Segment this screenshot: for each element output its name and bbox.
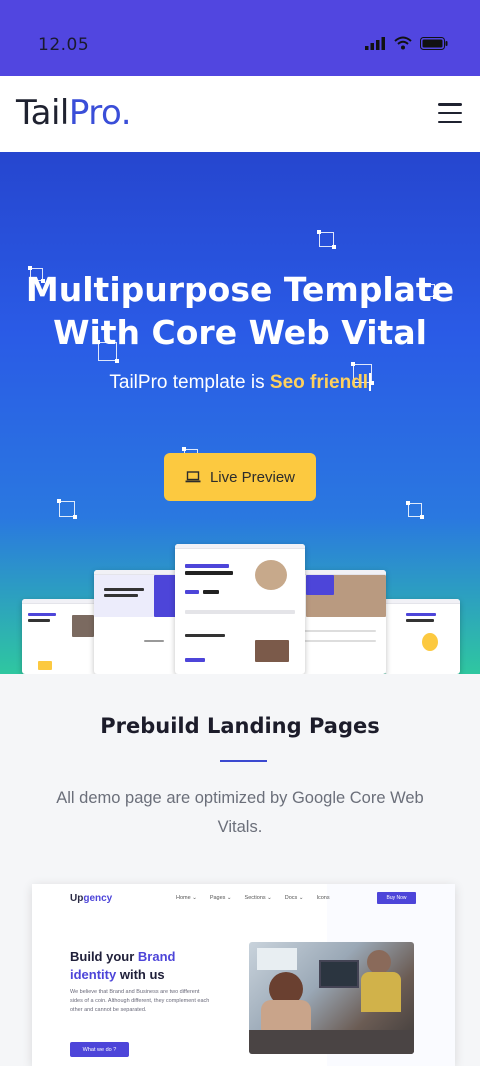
hero-subtitle-highlight: Seo friendl bbox=[269, 372, 369, 393]
section-divider bbox=[220, 760, 267, 762]
prebuild-section: Prebuild Landing Pages All demo page are… bbox=[0, 674, 480, 1066]
status-bar: 12.05 bbox=[0, 0, 480, 76]
mockup-page bbox=[384, 599, 460, 674]
preview-what-we-do-button: What we do ? bbox=[70, 1042, 129, 1057]
logo-main: Tail bbox=[16, 93, 69, 133]
status-icons bbox=[365, 36, 448, 50]
laptop-icon bbox=[185, 471, 201, 483]
logo-accent: Pro. bbox=[68, 93, 132, 133]
mockup-page bbox=[294, 570, 386, 674]
mockup-page bbox=[22, 599, 100, 674]
upgency-preview-card[interactable]: Upgency Home ⌄ Pages ⌄ Sections ⌄ Docs ⌄… bbox=[32, 884, 455, 1066]
hero-title: Multipurpose Template With Core Web Vita… bbox=[0, 268, 480, 354]
signal-icon bbox=[365, 36, 385, 50]
hero-subtitle-prefix: TailPro template is bbox=[109, 372, 270, 393]
navbar: TailPro. bbox=[0, 76, 480, 152]
live-preview-button[interactable]: Live Preview bbox=[164, 453, 316, 501]
hero-title-line-2: With Core Web Vital bbox=[53, 313, 427, 352]
preview-nav: Home ⌄ Pages ⌄ Sections ⌄ Docs ⌄ Icons bbox=[176, 895, 330, 901]
preview-nav-item: Sections ⌄ bbox=[244, 895, 272, 901]
section-description: All demo page are optimized by Google Co… bbox=[56, 789, 424, 836]
preview-body-text: We believe that Brand and Business are t… bbox=[70, 989, 210, 1013]
hero-title-line-1: Multipurpose Template bbox=[25, 270, 455, 309]
hero-section: Multipurpose Template With Core Web Vita… bbox=[0, 152, 480, 674]
preview-headline: Build your Brand identity with us bbox=[70, 949, 176, 982]
template-mockups bbox=[0, 542, 480, 674]
preview-logo: Upgency bbox=[70, 893, 113, 904]
mockup-page bbox=[94, 570, 186, 674]
hero-subtitle: TailPro template is Seo friendl bbox=[0, 372, 480, 394]
preview-office-photo bbox=[249, 942, 414, 1054]
hamburger-menu-icon[interactable] bbox=[438, 103, 462, 123]
section-title: Prebuild Landing Pages bbox=[100, 714, 380, 738]
decorative-square bbox=[406, 501, 424, 519]
live-preview-label: Live Preview bbox=[209, 468, 296, 486]
preview-nav-item: Pages ⌄ bbox=[209, 895, 232, 901]
typing-cursor bbox=[369, 373, 371, 391]
wifi-icon bbox=[394, 36, 412, 50]
preview-nav-item: Home ⌄ bbox=[176, 895, 197, 901]
preview-buy-button: Buy Now bbox=[377, 892, 416, 904]
decorative-square bbox=[57, 499, 77, 519]
preview-nav-item: Docs ⌄ bbox=[284, 895, 304, 901]
battery-icon bbox=[420, 36, 448, 50]
logo[interactable]: TailPro. bbox=[16, 93, 132, 133]
preview-nav-item: Icons bbox=[316, 895, 330, 901]
decorative-square bbox=[317, 230, 336, 249]
status-time: 12.05 bbox=[38, 35, 90, 55]
mockup-page bbox=[175, 544, 305, 674]
